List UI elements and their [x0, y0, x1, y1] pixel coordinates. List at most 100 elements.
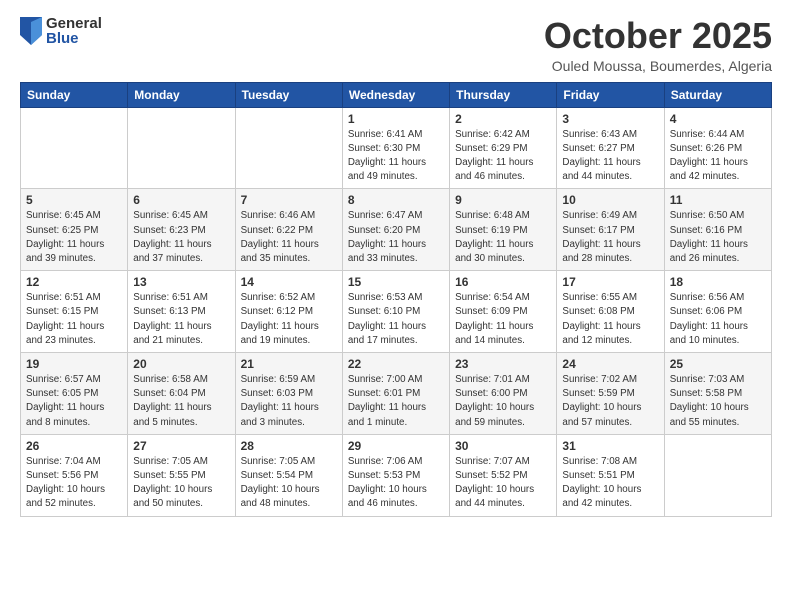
day-number: 13 [133, 275, 229, 289]
calendar-empty [21, 107, 128, 189]
day-number: 17 [562, 275, 658, 289]
calendar-day-22: 22 Sunrise: 7:00 AMSunset: 6:01 PMDayligh… [342, 353, 449, 435]
calendar-day-8: 8 Sunrise: 6:47 AMSunset: 6:20 PMDaylight… [342, 189, 449, 271]
day-info: Sunrise: 6:55 AMSunset: 6:08 PMDaylight:… [562, 291, 658, 348]
calendar-day-20: 20 Sunrise: 6:58 AMSunset: 6:04 PMDayligh… [128, 353, 235, 435]
title-block: October 2025 Ouled Moussa, Boumerdes, Al… [544, 16, 772, 74]
calendar-day-18: 18Sunrise: 6:56 AMSunset: 6:06 PMDayligh… [664, 271, 771, 353]
calendar-day-14: 14 Sunrise: 6:52 AMSunset: 6:12 PMDayligh… [235, 271, 342, 353]
calendar-week-row: 1 Sunrise: 6:41 AMSunset: 6:30 PMDaylight… [21, 107, 772, 189]
day-info: Sunrise: 7:03 AMSunset: 5:58 PMDaylight:… [670, 373, 766, 430]
day-number: 4 [670, 112, 766, 126]
calendar-day-6: 6 Sunrise: 6:45 AMSunset: 6:23 PMDaylight… [128, 189, 235, 271]
logo-icon [20, 17, 42, 45]
day-number: 26 [26, 439, 122, 453]
subtitle: Ouled Moussa, Boumerdes, Algeria [544, 58, 772, 74]
day-info: Sunrise: 6:59 AMSunset: 6:03 PMDaylight:… [241, 373, 337, 430]
logo-general: General [46, 16, 102, 31]
day-info: Sunrise: 6:57 AMSunset: 6:05 PMDaylight:… [26, 373, 122, 430]
calendar-day-4: 4Sunrise: 6:44 AMSunset: 6:26 PMDaylight… [664, 107, 771, 189]
calendar-week-row: 12Sunrise: 6:51 AMSunset: 6:15 PMDayligh… [21, 271, 772, 353]
day-info: Sunrise: 6:51 AMSunset: 6:15 PMDaylight:… [26, 291, 122, 348]
day-info: Sunrise: 6:42 AMSunset: 6:29 PMDaylight:… [455, 128, 551, 185]
day-number: 11 [670, 193, 766, 207]
day-info: Sunrise: 6:41 AMSunset: 6:30 PMDaylight:… [348, 128, 444, 185]
day-info: Sunrise: 6:46 AMSunset: 6:22 PMDaylight:… [241, 209, 337, 266]
calendar-day-24: 24Sunrise: 7:02 AMSunset: 5:59 PMDayligh… [557, 353, 664, 435]
calendar-empty [128, 107, 235, 189]
day-number: 15 [348, 275, 444, 289]
calendar-week-row: 26 Sunrise: 7:04 AMSunset: 5:56 PMDayligh… [21, 434, 772, 516]
day-info: Sunrise: 6:43 AMSunset: 6:27 PMDaylight:… [562, 128, 658, 185]
day-number: 2 [455, 112, 551, 126]
day-number: 22 [348, 357, 444, 371]
logo-text: General Blue [46, 16, 102, 46]
calendar-day-21: 21Sunrise: 6:59 AMSunset: 6:03 PMDayligh… [235, 353, 342, 435]
calendar-day-10: 10 Sunrise: 6:49 AMSunset: 6:17 PMDayligh… [557, 189, 664, 271]
day-info: Sunrise: 6:54 AMSunset: 6:09 PMDaylight:… [455, 291, 551, 348]
calendar-day-1: 1 Sunrise: 6:41 AMSunset: 6:30 PMDaylight… [342, 107, 449, 189]
logo-blue: Blue [46, 31, 102, 46]
day-info: Sunrise: 7:01 AMSunset: 6:00 PMDaylight:… [455, 373, 551, 430]
day-number: 9 [455, 193, 551, 207]
calendar-day-7: 7 Sunrise: 6:46 AMSunset: 6:22 PMDaylight… [235, 189, 342, 271]
day-header-thursday: Thursday [450, 82, 557, 107]
logo: General Blue [20, 16, 102, 46]
calendar-week-row: 19 Sunrise: 6:57 AMSunset: 6:05 PMDayligh… [21, 353, 772, 435]
page-container: General Blue October 2025 Ouled Moussa, … [0, 0, 792, 527]
calendar-day-31: 31 Sunrise: 7:08 AMSunset: 5:51 PMDayligh… [557, 434, 664, 516]
calendar-day-2: 2 Sunrise: 6:42 AMSunset: 6:29 PMDaylight… [450, 107, 557, 189]
day-number: 24 [562, 357, 658, 371]
day-info: Sunrise: 6:50 AMSunset: 6:16 PMDaylight:… [670, 209, 766, 266]
day-info: Sunrise: 7:04 AMSunset: 5:56 PMDaylight:… [26, 455, 122, 512]
day-info: Sunrise: 7:07 AMSunset: 5:52 PMDaylight:… [455, 455, 551, 512]
day-number: 23 [455, 357, 551, 371]
day-number: 14 [241, 275, 337, 289]
calendar-day-3: 3 Sunrise: 6:43 AMSunset: 6:27 PMDaylight… [557, 107, 664, 189]
day-number: 8 [348, 193, 444, 207]
calendar-day-19: 19 Sunrise: 6:57 AMSunset: 6:05 PMDayligh… [21, 353, 128, 435]
day-number: 29 [348, 439, 444, 453]
day-number: 5 [26, 193, 122, 207]
day-header-monday: Monday [128, 82, 235, 107]
day-info: Sunrise: 7:08 AMSunset: 5:51 PMDaylight:… [562, 455, 658, 512]
day-info: Sunrise: 6:53 AMSunset: 6:10 PMDaylight:… [348, 291, 444, 348]
day-number: 20 [133, 357, 229, 371]
day-number: 27 [133, 439, 229, 453]
day-number: 10 [562, 193, 658, 207]
calendar-day-15: 15 Sunrise: 6:53 AMSunset: 6:10 PMDayligh… [342, 271, 449, 353]
day-info: Sunrise: 6:45 AMSunset: 6:25 PMDaylight:… [26, 209, 122, 266]
calendar-empty [664, 434, 771, 516]
day-number: 7 [241, 193, 337, 207]
calendar-day-13: 13 Sunrise: 6:51 AMSunset: 6:13 PMDayligh… [128, 271, 235, 353]
calendar-day-25: 25 Sunrise: 7:03 AMSunset: 5:58 PMDayligh… [664, 353, 771, 435]
calendar-day-9: 9 Sunrise: 6:48 AMSunset: 6:19 PMDaylight… [450, 189, 557, 271]
day-info: Sunrise: 6:45 AMSunset: 6:23 PMDaylight:… [133, 209, 229, 266]
day-info: Sunrise: 6:49 AMSunset: 6:17 PMDaylight:… [562, 209, 658, 266]
day-number: 25 [670, 357, 766, 371]
day-info: Sunrise: 6:56 AMSunset: 6:06 PMDaylight:… [670, 291, 766, 348]
day-info: Sunrise: 6:58 AMSunset: 6:04 PMDaylight:… [133, 373, 229, 430]
calendar-day-11: 11 Sunrise: 6:50 AMSunset: 6:16 PMDayligh… [664, 189, 771, 271]
day-header-friday: Friday [557, 82, 664, 107]
day-number: 16 [455, 275, 551, 289]
calendar-week-row: 5 Sunrise: 6:45 AMSunset: 6:25 PMDaylight… [21, 189, 772, 271]
day-number: 30 [455, 439, 551, 453]
calendar-day-12: 12Sunrise: 6:51 AMSunset: 6:15 PMDayligh… [21, 271, 128, 353]
day-info: Sunrise: 6:52 AMSunset: 6:12 PMDaylight:… [241, 291, 337, 348]
day-info: Sunrise: 7:06 AMSunset: 5:53 PMDaylight:… [348, 455, 444, 512]
header: General Blue October 2025 Ouled Moussa, … [20, 16, 772, 74]
calendar: SundayMondayTuesdayWednesdayThursdayFrid… [20, 82, 772, 517]
day-number: 19 [26, 357, 122, 371]
calendar-day-26: 26 Sunrise: 7:04 AMSunset: 5:56 PMDayligh… [21, 434, 128, 516]
day-info: Sunrise: 7:00 AMSunset: 6:01 PMDaylight:… [348, 373, 444, 430]
day-number: 3 [562, 112, 658, 126]
day-number: 1 [348, 112, 444, 126]
day-number: 6 [133, 193, 229, 207]
calendar-day-23: 23 Sunrise: 7:01 AMSunset: 6:00 PMDayligh… [450, 353, 557, 435]
day-header-sunday: Sunday [21, 82, 128, 107]
day-number: 31 [562, 439, 658, 453]
day-info: Sunrise: 6:48 AMSunset: 6:19 PMDaylight:… [455, 209, 551, 266]
day-info: Sunrise: 6:47 AMSunset: 6:20 PMDaylight:… [348, 209, 444, 266]
day-info: Sunrise: 6:51 AMSunset: 6:13 PMDaylight:… [133, 291, 229, 348]
